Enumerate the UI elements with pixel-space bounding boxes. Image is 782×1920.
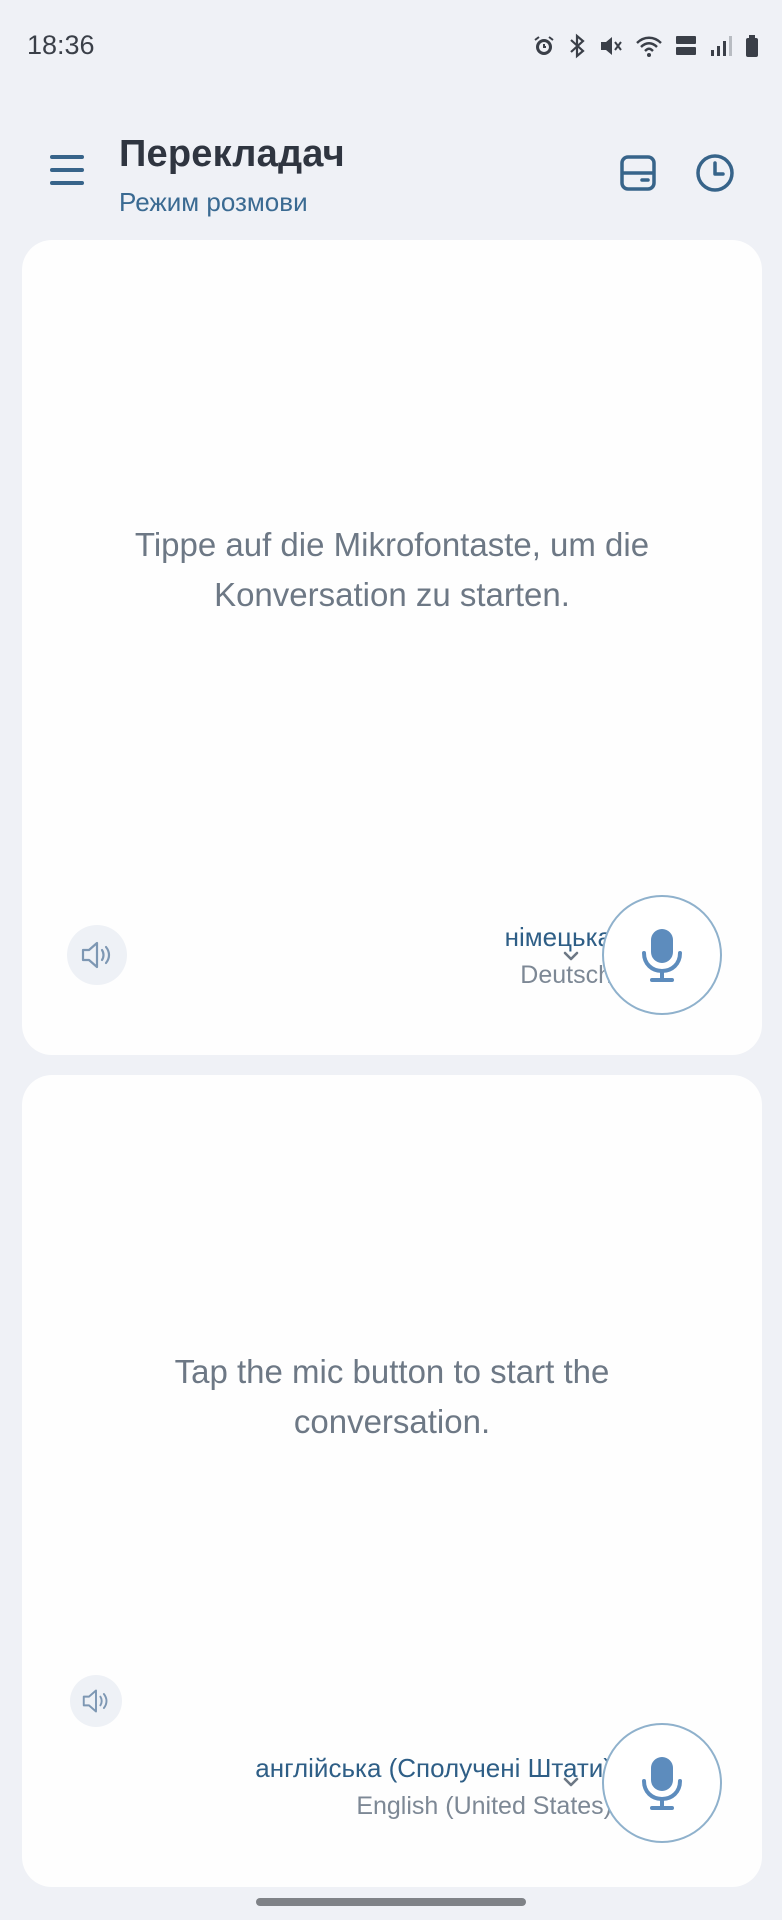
status-time: 18:36 (27, 30, 95, 60)
conversation-prompt: Tap the mic button to start the conversa… (174, 1353, 610, 1440)
battery-icon (746, 35, 758, 57)
language-native-name: English (United States) (356, 1792, 612, 1820)
speaker-icon (82, 1689, 108, 1713)
top-conversation-panel: Tippe auf die Mikrofontaste, um die Konv… (22, 240, 762, 1055)
menu-button[interactable] (46, 150, 90, 190)
page-subtitle: Режим розмови (119, 187, 308, 217)
status-icons (532, 30, 760, 62)
signal-icon (711, 36, 732, 56)
language-selector[interactable]: німецька Deutsch (505, 922, 612, 990)
bluetooth-icon (570, 33, 585, 59)
mic-icon (642, 1757, 682, 1810)
language-selector[interactable]: англійська (Сполучені Штати) English (Un… (255, 1753, 612, 1821)
mute-icon (601, 37, 622, 55)
wifi-icon (636, 36, 662, 57)
mic-button[interactable] (602, 1723, 722, 1843)
chevron-down-icon[interactable] (560, 1771, 582, 1793)
cards-button[interactable] (613, 148, 663, 198)
speaker-icon (81, 941, 111, 969)
bottom-conversation-panel: Tap the mic button to start the conversa… (22, 1075, 762, 1887)
speaker-button[interactable] (70, 1675, 122, 1727)
language-native-name: Deutsch (520, 961, 612, 989)
language-name: німецька (504, 922, 612, 952)
volte-lte-icon (676, 36, 696, 55)
mic-icon (642, 929, 682, 982)
history-button[interactable] (690, 148, 740, 198)
menu-icon-bar (50, 168, 84, 172)
chevron-down-icon[interactable] (560, 945, 582, 967)
history-icon (696, 154, 734, 192)
mic-button[interactable] (602, 895, 722, 1015)
home-indicator[interactable] (256, 1898, 526, 1906)
alarm-icon (534, 36, 554, 55)
menu-icon-bar (50, 181, 84, 185)
conversation-prompt: Tippe auf die Mikrofontaste, um die Konv… (134, 526, 650, 613)
status-bar: 18:36 (0, 0, 782, 92)
menu-icon-bar (50, 155, 84, 159)
speaker-button[interactable] (67, 925, 127, 985)
cards-icon (620, 155, 656, 191)
page-title: Перекладач (119, 133, 345, 175)
language-name: англійська (Сполучені Штати) (255, 1753, 612, 1783)
